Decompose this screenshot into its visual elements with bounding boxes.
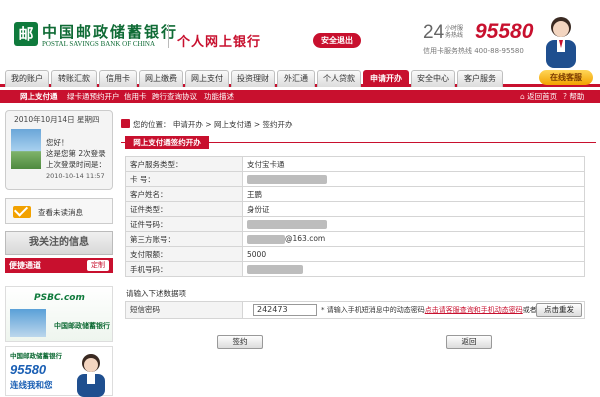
main-nav: 我的账户 转账汇款 信用卡 网上缴费 网上支付 投资理财 外汇通 个人贷款 申请… [0, 68, 600, 87]
psbc-banner[interactable]: PSBC.com 中国邮政储蓄银行 [5, 286, 113, 342]
agent-illustration [77, 354, 105, 397]
section-title: 个人网上银行 [177, 35, 262, 50]
field-label: 卡 号： [125, 171, 243, 187]
third-party-account-value: @163.com [242, 231, 585, 247]
card-number-value [242, 171, 585, 187]
location-icon [121, 119, 130, 128]
hotline-banner[interactable]: 中国邮政储蓄银行 95580 连线我和您 [5, 346, 113, 397]
customer-agent-icon [546, 17, 576, 68]
subnav-description[interactable]: 功能描述 [204, 90, 234, 103]
sign-form-table: 客户服务类型： 支付宝卡通 卡 号： 客户姓名： 王鹏 证件类型： 身份证 证件号码：… [125, 156, 585, 277]
user-avatar [11, 129, 41, 169]
customize-button[interactable]: 定制 [87, 260, 109, 271]
sms-password-row: 短信密码 242473 * 请输入手机短消息中的动态密码点击请客服查询和手机动态… [125, 301, 585, 319]
tab-personal-loan[interactable]: 个人贷款 [317, 70, 361, 87]
table-row: 证件号码： [125, 216, 585, 232]
service-type-value: 支付宝卡通 [242, 156, 585, 172]
field-label: 客户服务类型： [125, 156, 243, 172]
field-label: 支付限额： [125, 246, 243, 262]
bank-logo-icon[interactable]: 邮 [14, 22, 38, 46]
tab-forex[interactable]: 外汇通 [277, 70, 315, 87]
subnav-green-card[interactable]: 绿卡通预约开户 [67, 90, 120, 103]
login-count: 这是您第 2次登录 [46, 149, 106, 158]
breadcrumb: 您的位置： 申请开办 > 网上支付通 > 签约开办 [133, 120, 293, 129]
tab-apply[interactable]: 申请开办 [363, 70, 409, 87]
table-row: 客户服务类型： 支付宝卡通 [125, 156, 585, 172]
breadcrumb-online-payment[interactable]: 网上支付通 [214, 120, 252, 129]
tab-online-payment[interactable]: 网上支付 [185, 70, 229, 87]
bank-name-cn: 中国邮政储蓄银行 [42, 23, 179, 41]
view-messages-link[interactable]: 查看未读消息 [38, 207, 83, 218]
followed-info-header: 我关注的信息 [5, 231, 113, 255]
messages-box[interactable]: 查看未读消息 [5, 198, 113, 224]
table-row: 证件类型： 身份证 [125, 201, 585, 217]
hotline-24: 24 [423, 22, 445, 43]
online-service-button[interactable]: 在线客服 [539, 70, 593, 85]
header-divider [168, 24, 169, 48]
subnav-interbank-query[interactable]: 跨行查询协议 [152, 90, 197, 103]
ad2-hotline: 95580 [10, 362, 47, 377]
tab-customer-service[interactable]: 客户服务 [457, 70, 503, 87]
field-label: 证件类型： [125, 201, 243, 217]
header: 邮 中国邮政储蓄银行 POSTAL SAVINGS BANK OF CHINA … [0, 0, 600, 68]
sms-help-link[interactable]: 点击请客服查询和手机动态密码 [425, 306, 523, 314]
breadcrumb-apply[interactable]: 申请开办 [173, 120, 203, 129]
table-row: 支付限额： 5000 [125, 246, 585, 262]
field-label: 证件号码： [125, 216, 243, 232]
resend-button[interactable]: 点击重发 [536, 303, 582, 317]
sms-password-label: 短信密码 [126, 302, 243, 318]
id-number-value [242, 216, 585, 232]
quick-channel-label: 便捷通道 [9, 261, 41, 270]
table-row: 手机号码： [125, 261, 585, 277]
tab-bill-payment[interactable]: 网上缴费 [139, 70, 183, 87]
current-date: 2010年10月14日 星期四 [14, 115, 100, 124]
help-link[interactable]: ? 帮助 [563, 90, 584, 103]
tab-investment[interactable]: 投资理财 [231, 70, 275, 87]
subnav-online-payment[interactable]: 网上支付通 [20, 90, 58, 103]
table-row: 卡 号： [125, 171, 585, 187]
banner-bank-name: 中国邮政储蓄银行 [54, 322, 110, 330]
logout-button[interactable]: 安全退出 [313, 33, 361, 48]
tab-my-account[interactable]: 我的账户 [5, 70, 49, 87]
back-button[interactable]: 返回 [446, 335, 492, 349]
sms-password-input[interactable]: 242473 [253, 304, 317, 316]
field-label: 手机号码： [125, 261, 243, 277]
input-note: 请输入下述数据项 [126, 289, 186, 298]
ad2-bank-name: 中国邮政储蓄银行 [10, 352, 62, 360]
last-login-time: 2010-10-14 11:57 [46, 172, 105, 180]
tab-security-center[interactable]: 安全中心 [411, 70, 455, 87]
tab-credit-card[interactable]: 信用卡 [99, 70, 137, 87]
field-label: 第三方账号： [125, 231, 243, 247]
card-hotline: 信用卡服务热线 400-88-95580 [423, 47, 524, 55]
mobile-number-value [242, 261, 585, 277]
hotline-number: 95580 [475, 20, 534, 43]
main-content: 您的位置： 申请开办 > 网上支付通 > 签约开办 网上支付通签约开办 客户服务… [121, 110, 596, 395]
sub-nav: 网上支付通 绿卡通预约开户 信用卡 跨行查询协议 功能描述 ⌂ 返回首页 ? 帮… [0, 90, 600, 103]
ad2-slogan: 连线我和您 [10, 381, 53, 391]
breadcrumb-sign: 签约开办 [262, 120, 293, 129]
sidebar: 2010年10月14日 星期四 您好！ 这是您第 2次登录 上次登录时间是： 2… [5, 110, 113, 397]
envelope-icon [13, 206, 31, 218]
greeting: 您好！ [46, 138, 69, 147]
banner-image [10, 309, 46, 337]
table-row: 客户姓名： 王鹏 [125, 186, 585, 202]
last-login-label: 上次登录时间是： [46, 160, 106, 169]
payment-limit-value: 5000 [242, 246, 585, 262]
tab-transfer[interactable]: 转账汇款 [51, 70, 97, 87]
field-label: 客户姓名： [125, 186, 243, 202]
sign-button[interactable]: 签约 [217, 335, 263, 349]
psbc-url: PSBC.com [34, 293, 85, 303]
subnav-credit-card[interactable]: 信用卡 [124, 90, 147, 103]
sms-hint: * 请输入手机短消息中的动态密码点击请客服查询和手机动态密码或者 [321, 306, 537, 314]
id-type-value: 身份证 [242, 201, 585, 217]
form-section-title: 网上支付通签约开办 [125, 136, 209, 149]
bank-name-en: POSTAL SAVINGS BANK OF CHINA [42, 40, 156, 48]
quick-channel-bar: 便捷通道 定制 [5, 258, 113, 273]
customer-name-value: 王鹏 [242, 186, 585, 202]
back-home-link[interactable]: ⌂ 返回首页 [520, 90, 557, 103]
table-row: 第三方账号： @163.com [125, 231, 585, 247]
user-info-box: 2010年10月14日 星期四 您好！ 这是您第 2次登录 上次登录时间是： 2… [5, 110, 113, 190]
hotline-24-label: 小时服务热线 [445, 25, 464, 39]
